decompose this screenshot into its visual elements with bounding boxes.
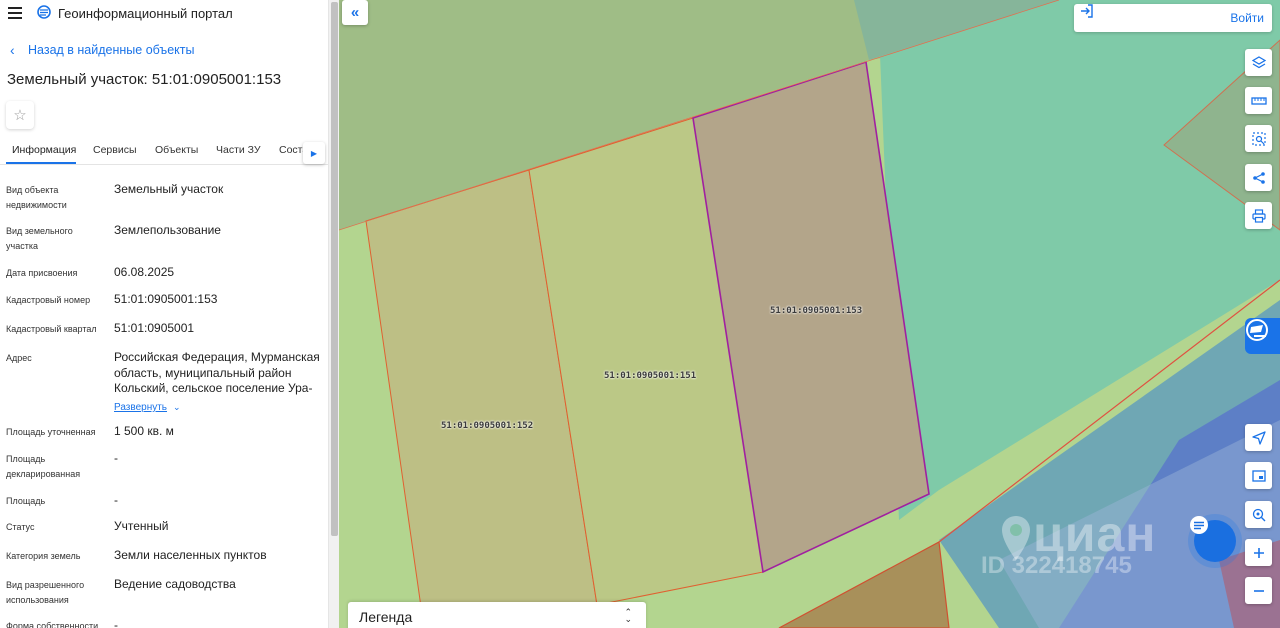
select-area-icon: [1251, 131, 1266, 146]
address-expand: Развернуть ⌄: [114, 399, 324, 416]
tab-information[interactable]: Информация: [12, 144, 76, 156]
zoom-out-icon: [1253, 589, 1264, 592]
prop-value: Учтенный: [114, 519, 169, 533]
prop-label: Статус: [6, 522, 35, 532]
prop-label: Площадь декларированная: [6, 454, 81, 479]
prop-label: Категория земель: [6, 551, 81, 561]
tab-objects[interactable]: Объекты: [155, 144, 198, 156]
prop-value: Земельный участок: [114, 182, 224, 196]
minimap-icon: [1251, 469, 1266, 482]
geo-search-button[interactable]: [1245, 501, 1272, 528]
collapse-panel-button[interactable]: «: [342, 0, 368, 25]
prop-value: -: [114, 618, 118, 628]
back-to-results-link[interactable]: ‹ Назад в найденные объекты: [10, 43, 194, 57]
parcel-label: 51:01:0905001:152: [441, 421, 534, 431]
prop-value: -: [114, 451, 118, 465]
rosreestr-side-tab[interactable]: [1245, 318, 1280, 354]
favorite-button[interactable]: ☆: [6, 101, 34, 129]
zoom-in-button[interactable]: [1245, 539, 1272, 566]
active-tab-indicator: [6, 162, 76, 164]
zoom-in-icon: [1253, 547, 1264, 558]
parcel-label: 51:01:0905001:153: [770, 306, 863, 316]
prop-label: Вид объекта недвижимости: [6, 185, 67, 210]
prop-value: Земли населенных пунктов: [114, 548, 267, 562]
prop-label: Площадь: [6, 496, 46, 506]
map-doc-icon: [1246, 319, 1268, 341]
share-icon: [1252, 171, 1265, 184]
info-panel: Геоинформационный портал ‹ Назад в найде…: [0, 0, 328, 628]
menu-icon[interactable]: [8, 7, 22, 19]
chat-button[interactable]: [1188, 514, 1242, 568]
watermark-id: ID 322418745: [981, 552, 1132, 579]
locate-button[interactable]: [1245, 424, 1272, 451]
login-label: Войти: [1230, 11, 1264, 25]
ruler-icon: [1250, 96, 1267, 105]
layers-button[interactable]: [1245, 49, 1272, 76]
chat-icon: [1190, 516, 1208, 534]
minimap-button[interactable]: [1245, 462, 1272, 489]
expand-collapse-icon: ⌃ ⌄: [624, 607, 632, 624]
panel-scrollbar[interactable]: [328, 0, 339, 628]
select-area-button[interactable]: [1245, 125, 1272, 152]
prop-label: Вид земельного участка: [6, 226, 73, 251]
parcel-label: 51:01:0905001:151: [604, 371, 697, 381]
double-chevron-left-icon: «: [350, 4, 360, 21]
prop-label: Площадь уточненная: [6, 427, 96, 437]
login-icon: [1081, 4, 1093, 18]
top-bar: Геоинформационный портал: [0, 0, 328, 26]
legend-label: Легенда: [359, 609, 413, 625]
tab-parcel-parts[interactable]: Части ЗУ: [216, 144, 261, 156]
prop-value: 51:01:0905001:153: [114, 292, 218, 306]
prop-value: Ведение садоводства: [114, 577, 236, 591]
geo-search-icon: [1252, 508, 1265, 521]
prop-label: Вид разрешенного использования: [6, 580, 85, 605]
login-button[interactable]: Войти: [1074, 4, 1272, 32]
app-title: Геоинформационный портал: [58, 6, 233, 21]
tab-bar: Информация Сервисы Объекты Части ЗУ Сост…: [0, 139, 328, 165]
print-button[interactable]: [1245, 202, 1272, 229]
share-button[interactable]: [1245, 164, 1272, 191]
zoom-out-button[interactable]: [1245, 577, 1272, 604]
star-icon: ☆: [13, 107, 27, 124]
legend-toggle[interactable]: Легенда ⌃ ⌄: [348, 602, 646, 628]
prop-label: Кадастровый номер: [6, 295, 91, 305]
chevron-left-icon: ‹: [10, 42, 15, 58]
page-title: Земельный участок: 51:01:0905001:153: [7, 71, 282, 88]
expand-address-link[interactable]: Развернуть: [114, 402, 167, 413]
prop-label: Дата присвоения: [6, 268, 78, 278]
prop-label: Адрес: [6, 353, 32, 363]
prop-value: Российская Федерация, Мурманская область…: [114, 350, 320, 395]
back-link-label: Назад в найденные объекты: [28, 43, 195, 57]
scrollbar-thumb[interactable]: [331, 2, 338, 536]
print-icon: [1251, 208, 1266, 223]
prop-value: 1 500 кв. м: [114, 424, 174, 438]
layers-icon: [1251, 55, 1266, 68]
chevron-right-icon: ▶: [310, 148, 318, 158]
locate-icon: [1251, 430, 1266, 445]
tab-services[interactable]: Сервисы: [93, 144, 137, 156]
chevron-down-icon[interactable]: ⌄: [173, 402, 181, 412]
prop-value: Землепользование: [114, 223, 221, 237]
prop-value: -: [114, 493, 118, 507]
chat-inner: [1190, 516, 1236, 562]
prop-value: 06.08.2025: [114, 265, 175, 279]
prop-value: 51:01:0905001: [114, 321, 195, 335]
tabs-scroll-right-button[interactable]: ▶: [303, 142, 325, 164]
map-view[interactable]: 51:01:0905001:153 51:01:0905001:151 51:0…: [339, 0, 1280, 628]
ruler-button[interactable]: [1245, 87, 1272, 114]
prop-label: Кадастровый квартал: [6, 324, 97, 334]
portal-logo-icon: [37, 5, 51, 19]
prop-label: Форма собственности: [6, 621, 99, 628]
